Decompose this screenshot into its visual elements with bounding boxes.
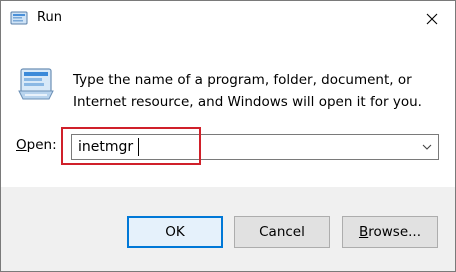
dropdown-button[interactable]: [418, 137, 436, 157]
window-title: Run: [37, 10, 62, 25]
open-input[interactable]: inetmgr: [78, 138, 133, 156]
description-line-1: Type the name of a program, folder, docu…: [73, 72, 412, 88]
run-dialog-icon: [10, 10, 28, 26]
close-icon: [426, 13, 438, 25]
text-caret: [138, 138, 139, 156]
browse-accel: B: [358, 224, 369, 240]
dialog-description: Type the name of a program, folder, docu…: [73, 69, 443, 113]
button-bar: OK Cancel Browse...: [1, 187, 455, 271]
open-combobox[interactable]: inetmgr: [71, 134, 439, 160]
ok-button[interactable]: OK: [127, 216, 223, 248]
run-dialog: Run Type the name of a program, folder, …: [0, 0, 456, 272]
open-label: Open:: [16, 137, 57, 153]
title-bar[interactable]: Run: [1, 1, 455, 37]
open-label-rest: pen:: [26, 137, 57, 153]
cancel-button[interactable]: Cancel: [234, 216, 330, 248]
dialog-body: Type the name of a program, folder, docu…: [1, 37, 455, 187]
close-button[interactable]: [409, 1, 455, 37]
browse-button[interactable]: Browse...: [342, 216, 438, 248]
open-label-accel: O: [16, 137, 27, 153]
run-program-icon: [15, 67, 57, 103]
browse-label-rest: rowse...: [368, 224, 422, 240]
description-line-2: Internet resource, and Windows will open…: [73, 94, 422, 110]
chevron-down-icon: [422, 144, 432, 150]
